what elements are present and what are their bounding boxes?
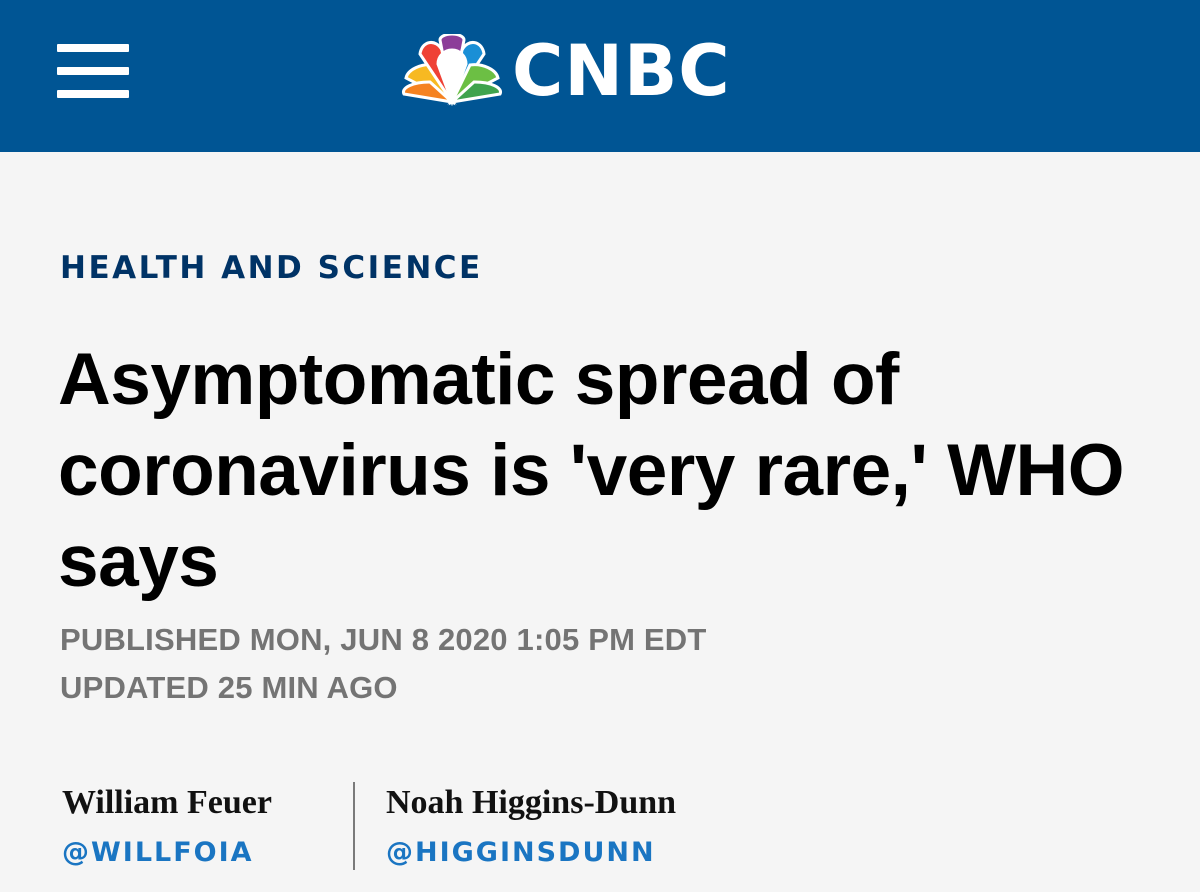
author-name-link[interactable]: William Feuer <box>62 784 272 822</box>
menu-line <box>57 67 129 75</box>
hamburger-menu-icon[interactable] <box>57 44 129 98</box>
published-timestamp: PUBLISHED MON, JUN 8 2020 1:05 PM EDT <box>60 622 707 657</box>
nbc-peacock-icon <box>402 34 502 106</box>
author-name-link[interactable]: Noah Higgins-Dunn <box>386 784 676 822</box>
author-twitter-handle-link[interactable]: @HIGGINSDUNN <box>386 837 656 868</box>
brand-wordmark: CNBC <box>512 30 731 112</box>
cnbc-logo[interactable]: CNBC <box>398 34 808 108</box>
menu-line <box>57 90 129 98</box>
article-headline: Asymptomatic spread of coronavirus is 'v… <box>58 339 1125 602</box>
menu-line <box>57 44 129 52</box>
author-divider <box>353 782 355 870</box>
section-link[interactable]: HEALTH AND SCIENCE <box>60 250 483 286</box>
updated-timestamp: UPDATED 25 MIN AGO <box>60 670 398 705</box>
top-navigation-bar: CNBC <box>0 0 1200 152</box>
author-twitter-handle-link[interactable]: @WILLFOIA <box>62 837 254 868</box>
